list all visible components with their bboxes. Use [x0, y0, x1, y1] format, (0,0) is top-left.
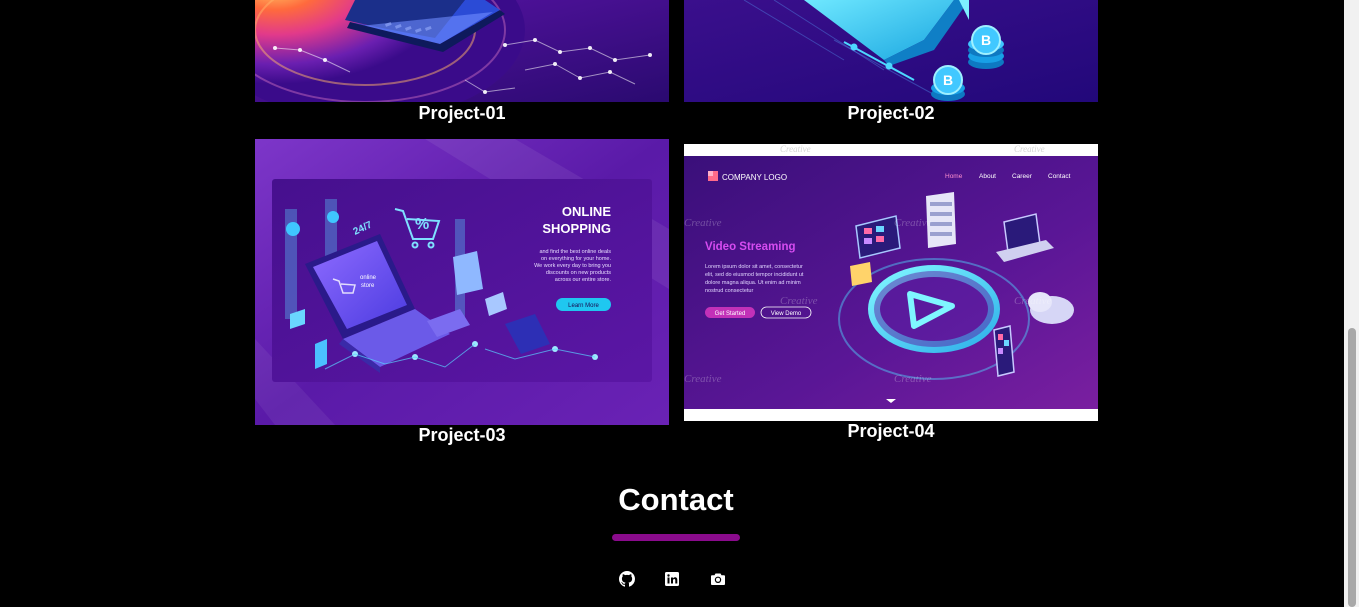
svg-text:on everything for your home.: on everything for your home. — [541, 256, 611, 262]
scrollbar-thumb[interactable] — [1348, 328, 1356, 607]
svg-text:Lorem ipsum dolor sit amet, co: Lorem ipsum dolor sit amet, consectetur — [705, 264, 803, 270]
project-04-image[interactable]: COMPANY LOGO Home About Career Contact V… — [684, 144, 1098, 421]
linkedin-icon[interactable] — [664, 571, 680, 587]
svg-text:dolore magna aliqua. Ut enim a: dolore magna aliqua. Ut enim ad minim — [705, 280, 801, 286]
laptop-neon-illustration — [255, 0, 669, 102]
svg-text:Learn More: Learn More — [568, 303, 599, 309]
svg-text:Creative: Creative — [780, 144, 811, 154]
project-02-image[interactable]: B B — [684, 0, 1098, 102]
svg-text:Creative: Creative — [894, 373, 932, 385]
project-01-caption: Project-01 — [418, 103, 506, 123]
svg-text:nostrud consectetur: nostrud consectetur — [705, 288, 753, 294]
project-02-caption: Project-02 — [847, 103, 935, 123]
svg-text:discounts on new products: discounts on new products — [546, 270, 611, 276]
svg-text:Creative: Creative — [894, 217, 932, 229]
project-03-image[interactable]: 24/7 % online store ONLINE SHOPPING and … — [255, 139, 669, 425]
svg-text:Creative: Creative — [1014, 295, 1052, 307]
project-01-image[interactable] — [255, 0, 669, 102]
bitcoin-coin-icon: B — [931, 65, 965, 101]
svg-text:SHOPPING: SHOPPING — [542, 221, 611, 236]
page-scrollbar[interactable] — [1344, 0, 1359, 607]
svg-text:We work every day to bring you: We work every day to bring you — [534, 263, 611, 269]
svg-text:%: % — [415, 216, 429, 233]
online-shopping-illustration: 24/7 % online store ONLINE SHOPPING and … — [255, 139, 669, 425]
svg-text:Creative: Creative — [780, 295, 818, 307]
svg-text:store: store — [361, 283, 375, 289]
laptop-bitcoin-illustration: B B — [684, 0, 1098, 102]
svg-text:across our entire store.: across our entire store. — [555, 277, 612, 283]
camera-icon[interactable] — [710, 571, 726, 587]
svg-text:Creative: Creative — [684, 373, 722, 385]
project-04-caption: Project-04 — [847, 421, 935, 441]
svg-text:ONLINE: ONLINE — [562, 204, 611, 219]
svg-text:online: online — [360, 275, 377, 281]
contact-heading-underline — [612, 534, 740, 541]
svg-text:About: About — [979, 173, 996, 180]
svg-text:B: B — [981, 32, 991, 48]
svg-text:Contact: Contact — [1048, 173, 1071, 180]
svg-text:Home: Home — [945, 173, 963, 180]
project-03-caption: Project-03 — [418, 425, 506, 445]
bitcoin-coin-icon: B — [968, 25, 1004, 69]
svg-text:B: B — [943, 72, 953, 88]
svg-text:Creative: Creative — [1014, 144, 1045, 154]
svg-text:Get Started: Get Started — [715, 311, 746, 317]
svg-text:elit, sed do eiusmod tempor in: elit, sed do eiusmod tempor incididunt u… — [705, 272, 804, 278]
svg-text:View Demo: View Demo — [771, 311, 802, 317]
svg-text:Video Streaming: Video Streaming — [705, 241, 796, 253]
svg-text:and find the best online deals: and find the best online deals — [539, 249, 611, 255]
video-streaming-illustration: COMPANY LOGO Home About Career Contact V… — [684, 144, 1098, 421]
github-icon[interactable] — [619, 571, 635, 587]
svg-text:Creative: Creative — [684, 217, 722, 229]
contact-heading: Contact — [618, 482, 734, 517]
portfolio-page: Project-01 B B Project-02 24/7 % online … — [0, 0, 1359, 607]
svg-text:Career: Career — [1012, 173, 1033, 180]
svg-text:COMPANY LOGO: COMPANY LOGO — [722, 173, 787, 182]
